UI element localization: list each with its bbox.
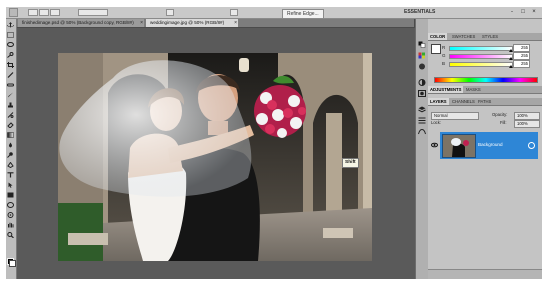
styles-icon[interactable]	[418, 63, 426, 70]
tab-finishedimage[interactable]: finishedimage.psd @ 50% (Background copy…	[18, 19, 144, 27]
options-bar: Refine Edge... ESSENTIALS - □ ×	[6, 7, 542, 19]
panel-icon-column	[415, 19, 429, 279]
blend-mode-select[interactable]: Normal	[431, 112, 479, 120]
adjustments-icon[interactable]	[418, 79, 426, 86]
opacity-label: Opacity:	[492, 112, 508, 117]
slider-label: G	[442, 53, 446, 58]
eye-icon[interactable]	[431, 135, 438, 148]
slider-track[interactable]	[449, 54, 513, 59]
tab-layers[interactable]: LAYERS	[428, 98, 449, 105]
3d-orbit-icon[interactable]	[7, 212, 14, 218]
slider-value-field[interactable]: 255	[513, 60, 530, 68]
workspace-switcher[interactable]: ESSENTIALS	[404, 8, 435, 17]
color-panel-tabs: COLOR SWATCHES STYLES	[428, 33, 542, 41]
tab-channels[interactable]: CHANNELS	[450, 98, 477, 105]
slider-track[interactable]	[449, 46, 513, 51]
marquee-tool-icon[interactable]	[7, 32, 14, 38]
maximize-button[interactable]: □	[519, 8, 527, 16]
shape-tool-icon[interactable]	[7, 192, 14, 198]
slider-label: R	[442, 45, 446, 50]
layers-panel-tabs: LAYERS CHANNELS PATHS	[428, 98, 542, 106]
tab-color[interactable]: COLOR	[428, 33, 448, 40]
canvas-area: Shift	[17, 28, 415, 279]
close-window-button[interactable]: ×	[530, 8, 538, 16]
slider-label: B	[442, 61, 446, 66]
slider-track[interactable]	[449, 62, 513, 67]
tab-label: finishedimage.psd @ 50% (Background copy…	[22, 20, 134, 25]
paths-icon[interactable]	[418, 128, 426, 135]
background-color-swatch[interactable]	[9, 260, 16, 267]
healing-brush-icon[interactable]	[7, 82, 14, 88]
fill-field[interactable]: 100%	[514, 120, 540, 128]
3d-rotate-icon[interactable]	[7, 202, 14, 208]
slider-value-field[interactable]: 255	[513, 44, 530, 52]
type-tool-icon[interactable]	[7, 172, 14, 178]
history-brush-icon[interactable]	[7, 112, 14, 118]
shift-tooltip: Shift	[342, 158, 359, 168]
tools-panel	[6, 19, 17, 279]
eyedropper-tool-icon[interactable]	[7, 72, 14, 78]
lasso-tool-icon[interactable]	[7, 42, 14, 48]
clone-stamp-icon[interactable]	[7, 102, 14, 108]
document-tab-bar: finishedimage.psd @ 50% (Background copy…	[16, 19, 414, 27]
subtract-selection-button[interactable]	[50, 9, 60, 16]
zoom-tool-icon[interactable]	[7, 232, 14, 238]
brush-size-field[interactable]	[78, 9, 108, 16]
tab-adjustments[interactable]: ADJUSTMENTS	[428, 86, 464, 93]
brush-tool-icon[interactable]	[7, 92, 14, 98]
channels-icon[interactable]	[418, 117, 426, 124]
tab-masks[interactable]: MASKS	[464, 86, 483, 93]
close-icon[interactable]: ×	[140, 19, 143, 27]
fill-label: Fill:	[500, 120, 507, 125]
slider-value-field[interactable]: 255	[513, 52, 530, 60]
layer-thumbnail	[442, 134, 476, 158]
close-icon[interactable]: ×	[234, 19, 237, 27]
photoshop-window: Refine Edge... ESSENTIALS - □ × finished…	[6, 7, 542, 279]
dodge-tool-icon[interactable]	[7, 152, 14, 158]
tool-preset-icon[interactable]	[9, 8, 18, 17]
refine-edge-button[interactable]: Refine Edge...	[282, 9, 324, 19]
layer-row-background[interactable]: Background	[440, 132, 538, 159]
eraser-tool-icon[interactable]	[7, 122, 14, 128]
layer-name: Background	[478, 142, 503, 147]
wedding-photo[interactable]	[58, 53, 372, 261]
auto-enhance-checkbox[interactable]	[230, 9, 238, 16]
path-selection-icon[interactable]	[7, 182, 14, 188]
tab-styles[interactable]: STYLES	[480, 33, 500, 40]
color-preview[interactable]	[431, 44, 441, 54]
layers-icon[interactable]	[418, 106, 426, 113]
tab-swatches[interactable]: SWATCHES	[450, 33, 477, 40]
wedding-photo-illustration	[58, 53, 372, 261]
sample-all-layers-checkbox[interactable]	[166, 9, 174, 16]
pen-tool-icon[interactable]	[7, 162, 14, 168]
blur-tool-icon[interactable]	[7, 142, 14, 148]
color-panel-icon[interactable]	[418, 41, 426, 48]
color-slider-r[interactable]: R 255	[442, 44, 540, 52]
masks-icon[interactable]	[418, 90, 426, 97]
adjustments-panel-tabs: ADJUSTMENTS MASKS	[428, 86, 542, 94]
minimize-button[interactable]: -	[508, 8, 516, 16]
crop-tool-icon[interactable]	[7, 62, 14, 68]
color-slider-b[interactable]: B 255	[442, 60, 540, 68]
gradient-tool-icon[interactable]	[7, 132, 14, 138]
screenshot-frame: Refine Edge... ESSENTIALS - □ × finished…	[0, 0, 550, 289]
add-selection-button[interactable]	[39, 9, 49, 16]
layer-thumbnail-image	[443, 135, 475, 157]
lock-label: Lock:	[431, 120, 442, 125]
color-spectrum-bar[interactable]	[434, 77, 538, 83]
swatches-icon[interactable]	[418, 52, 426, 59]
opacity-field[interactable]: 100%	[514, 112, 540, 120]
new-selection-button[interactable]	[28, 9, 38, 16]
tab-weddingimage[interactable]: weddingimage.jpg @ 50% (RGB/8#) ×	[146, 19, 238, 27]
layer-lock-icon	[528, 142, 535, 149]
panels-dock: COLOR SWATCHES STYLES R 255 G 255 B 255 ADJUS…	[428, 19, 542, 279]
tab-paths[interactable]: PATHS	[476, 98, 493, 105]
hand-tool-icon[interactable]	[7, 222, 14, 228]
quick-selection-tool-icon[interactable]	[7, 52, 14, 58]
layers-panel-footer	[428, 269, 542, 279]
color-slider-g[interactable]: G 255	[442, 52, 540, 60]
move-tool-icon[interactable]	[7, 22, 14, 28]
tab-label: weddingimage.jpg @ 50% (RGB/8#)	[150, 20, 225, 25]
